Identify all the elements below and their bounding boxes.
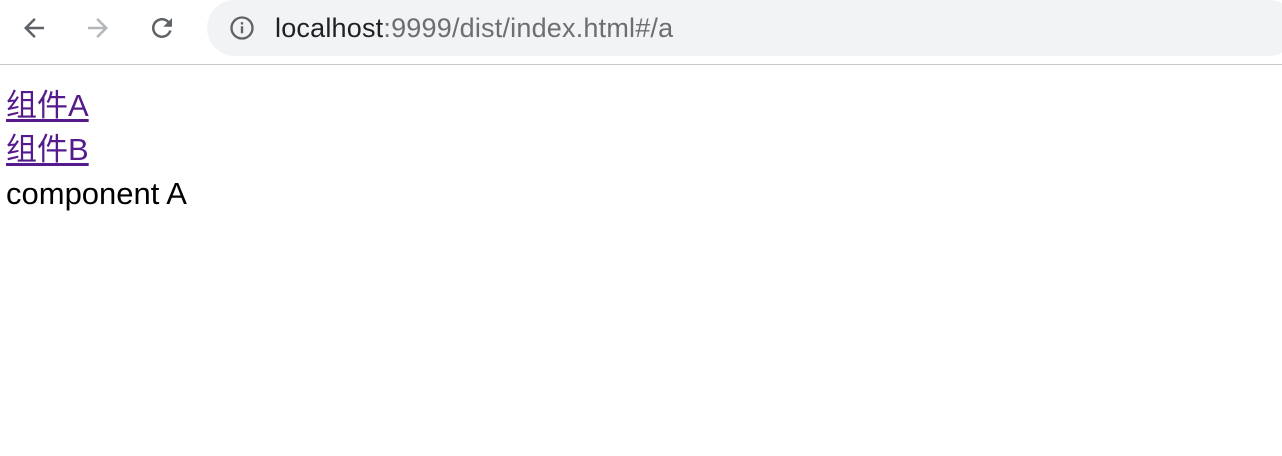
arrow-right-icon bbox=[88, 18, 108, 38]
arrow-left-icon bbox=[24, 18, 44, 38]
url-text[interactable]: localhost:9999/dist/index.html#/a bbox=[275, 13, 673, 44]
back-button[interactable] bbox=[12, 10, 56, 46]
reload-icon bbox=[152, 18, 172, 38]
browser-toolbar: localhost:9999/dist/index.html#/a bbox=[0, 0, 1282, 65]
url-host: localhost bbox=[275, 12, 384, 43]
info-icon[interactable] bbox=[227, 13, 257, 43]
url-path: :9999/dist/index.html#/a bbox=[383, 12, 674, 43]
link-component-a[interactable]: 组件A bbox=[6, 84, 89, 128]
forward-button[interactable] bbox=[76, 10, 120, 46]
link-component-b[interactable]: 组件B bbox=[6, 128, 89, 172]
address-bar[interactable]: localhost:9999/dist/index.html#/a bbox=[207, 0, 1282, 56]
component-a-text: component A bbox=[6, 176, 187, 211]
reload-button[interactable] bbox=[140, 10, 184, 46]
page-content: 组件A 组件B component A bbox=[6, 84, 187, 216]
